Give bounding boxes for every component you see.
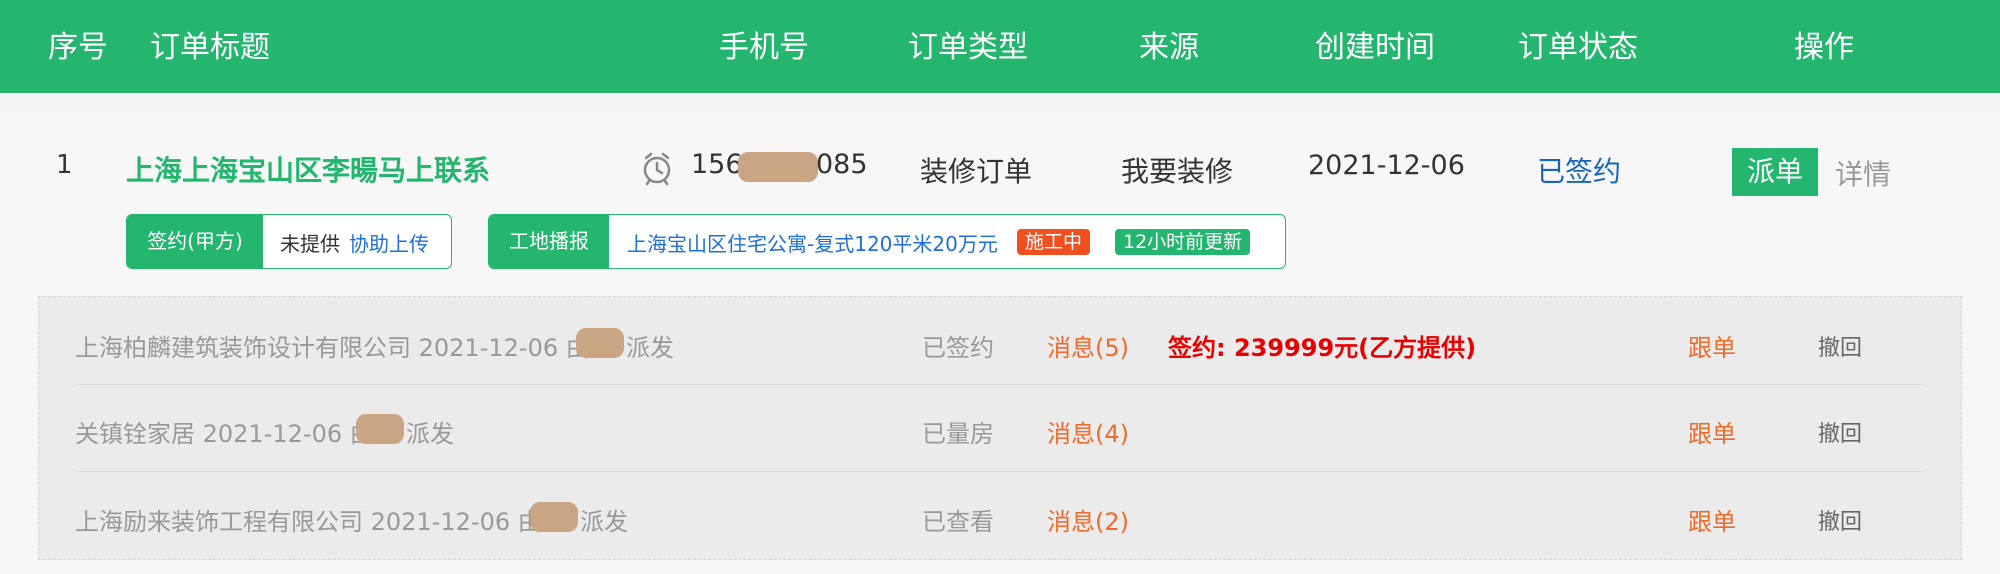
dispatcher-redaction-mask — [356, 414, 404, 444]
order-status: 已签约 — [1537, 155, 1622, 188]
contract-tag: 签约(甲方) 未提供 协助上传 — [126, 214, 452, 269]
contract-amount: 签约: 239999元(乙方提供) — [1168, 334, 1477, 362]
dispatcher-redaction-mask — [576, 328, 624, 358]
assist-upload-link[interactable]: 协助上传 — [349, 228, 429, 257]
dispatch-row-company: 上海励来装饰工程有限公司 2021-12-06 由 — [75, 508, 542, 536]
header-source: 来源 — [1139, 30, 1199, 65]
order-source: 我要装修 — [1121, 155, 1234, 188]
dispatch-row-company: 上海柏麟建筑装饰设计有限公司 2021-12-06 由 — [75, 334, 590, 362]
dispatch-row-status: 已签约 — [922, 334, 994, 362]
phone-redaction-mask — [738, 152, 818, 182]
phone-suffix: 085 — [816, 149, 868, 180]
messages-link[interactable]: 消息(2) — [1047, 502, 1129, 537]
dispatcher-redaction-mask — [530, 502, 578, 532]
contract-value: 未提供 — [280, 232, 340, 256]
header-created: 创建时间 — [1315, 30, 1435, 65]
construction-status-badge: 施工中 — [1017, 229, 1091, 255]
follow-button[interactable]: 跟单 — [1688, 328, 1736, 363]
dispatch-button[interactable]: 派单 — [1732, 148, 1818, 196]
header-action: 操作 — [1794, 30, 1854, 65]
messages-link[interactable]: 消息(4) — [1047, 414, 1129, 449]
revoke-button[interactable]: 撤回 — [1818, 330, 1862, 362]
dispatch-row-suffix: 派发 — [406, 420, 454, 448]
header-title: 订单标题 — [150, 30, 270, 65]
order-type: 装修订单 — [920, 155, 1033, 188]
site-report-label: 工地播报 — [489, 215, 609, 268]
dispatch-row-company: 关镇铨家居 2021-12-06 由 — [75, 420, 374, 448]
header-type: 订单类型 — [908, 30, 1028, 65]
order-index: 1 — [56, 150, 73, 180]
header-index: 序号 — [48, 30, 108, 65]
messages-link[interactable]: 消息(5) — [1047, 328, 1129, 363]
dispatch-row-status: 已量房 — [922, 420, 994, 448]
header-status: 订单状态 — [1518, 30, 1638, 65]
revoke-button[interactable]: 撤回 — [1818, 416, 1862, 448]
order-created: 2021-12-06 — [1308, 150, 1465, 181]
revoke-button[interactable]: 撤回 — [1818, 504, 1862, 536]
row-divider — [75, 471, 1925, 472]
alarm-clock-icon — [640, 150, 674, 186]
site-project-link[interactable]: 上海宝山区住宅公寓-复式120平米20万元 — [627, 228, 998, 257]
order-title-link[interactable]: 上海上海宝山区李暘马上联系 — [126, 149, 490, 189]
table-header: 序号 订单标题 手机号 订单类型 来源 创建时间 订单状态 操作 — [0, 0, 2000, 93]
phone-prefix: 156 — [691, 149, 743, 180]
contract-tag-label: 签约(甲方) — [127, 215, 263, 268]
follow-button[interactable]: 跟单 — [1688, 502, 1736, 537]
update-time-badge: 12小时前更新 — [1115, 229, 1251, 255]
row-divider — [75, 384, 1925, 385]
dispatch-row-suffix: 派发 — [580, 508, 628, 536]
dispatch-row-status: 已查看 — [922, 508, 994, 536]
header-phone: 手机号 — [719, 30, 809, 65]
dispatch-row-suffix: 派发 — [626, 334, 674, 362]
detail-button[interactable]: 详情 — [1835, 153, 1891, 193]
follow-button[interactable]: 跟单 — [1688, 414, 1736, 449]
